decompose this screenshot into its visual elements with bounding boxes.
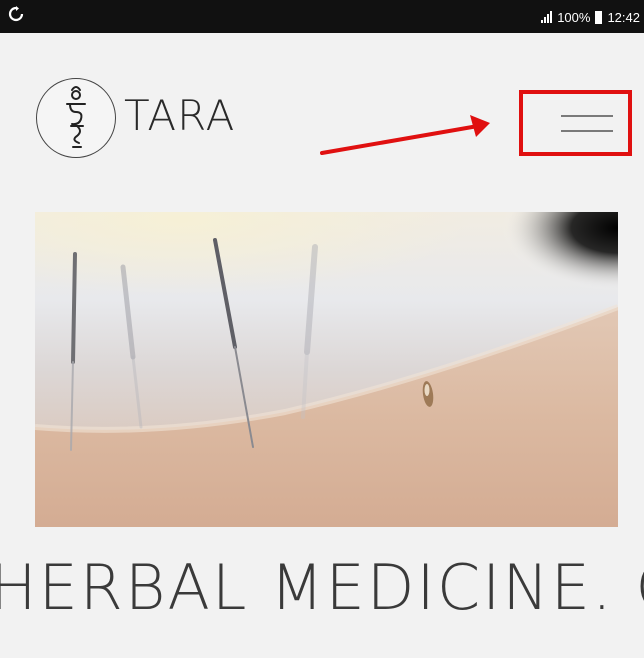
hamburger-menu-line bbox=[561, 130, 613, 132]
sync-icon bbox=[8, 6, 24, 22]
battery-percent: 100% bbox=[557, 9, 591, 25]
status-right: 100% 12:42 bbox=[541, 8, 640, 26]
status-bar: 100% 12:42 bbox=[0, 0, 644, 33]
signal-icon bbox=[541, 11, 553, 23]
service-ticker-text: HERBAL MEDICINE. CUPPING bbox=[0, 551, 644, 624]
acupuncture-needles-photo bbox=[35, 212, 618, 527]
menu-button[interactable] bbox=[519, 90, 632, 156]
brand-name[interactable]: TARA bbox=[124, 91, 235, 141]
site-header: TARA bbox=[0, 33, 644, 208]
hamburger-menu-icon bbox=[561, 115, 613, 117]
red-arrow-icon bbox=[318, 113, 508, 163]
battery-icon bbox=[595, 10, 603, 24]
status-time: 12:42 bbox=[607, 9, 640, 25]
page: 100% 12:42 TARA HERBAL MEDICINE. bbox=[0, 0, 644, 658]
tibetan-syllable-logo-icon[interactable] bbox=[36, 78, 116, 158]
